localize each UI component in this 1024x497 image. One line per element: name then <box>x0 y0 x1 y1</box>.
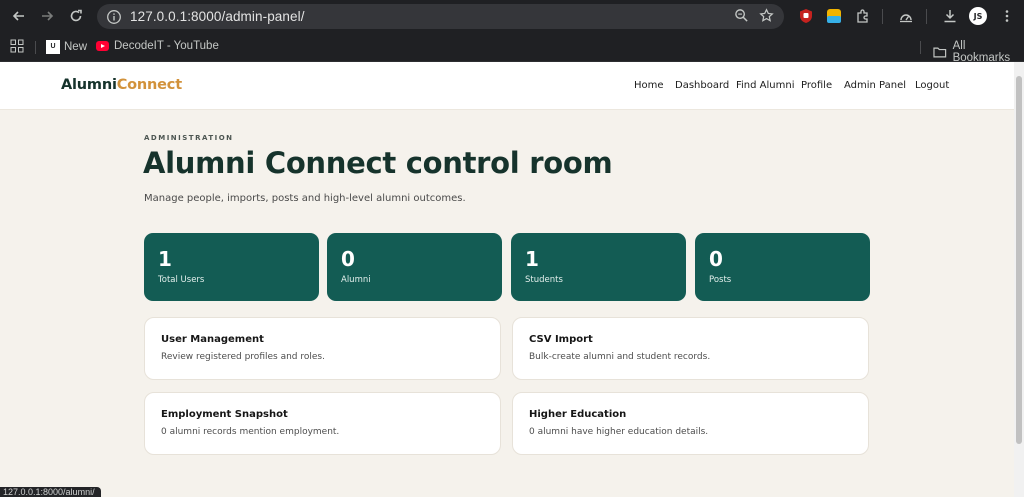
performance-icon[interactable] <box>897 7 915 25</box>
stat-card-posts: 0 Posts <box>695 233 870 301</box>
new-favicon-icon: U <box>46 40 60 54</box>
stat-label: Posts <box>709 275 732 285</box>
card-csv-import[interactable]: CSV Import Bulk-create alumni and studen… <box>512 317 869 380</box>
ublock-extension-icon[interactable] <box>797 7 815 25</box>
address-url[interactable]: 127.0.0.1:8000/admin-panel/ <box>130 9 305 24</box>
card-title: User Management <box>161 334 264 345</box>
extensions-puzzle-icon[interactable] <box>854 7 872 25</box>
youtube-icon <box>96 41 109 51</box>
stat-value: 0 <box>709 247 723 271</box>
bookmark-label: New <box>64 41 88 53</box>
card-title: Higher Education <box>529 409 627 420</box>
stat-value: 1 <box>525 247 539 271</box>
bookmarks-bar: U New DecodeIT - YouTube All Bookmarks <box>0 33 1024 64</box>
apps-grid-icon[interactable] <box>10 39 24 53</box>
site-info-icon[interactable] <box>106 9 122 25</box>
reload-button[interactable] <box>63 3 89 29</box>
bookmark-label: DecodeIT - YouTube <box>114 40 219 52</box>
site-logo[interactable]: AlumniConnect <box>61 77 182 93</box>
stat-value: 1 <box>158 247 172 271</box>
nav-logout[interactable]: Logout <box>915 80 949 91</box>
nav-find-alumni[interactable]: Find Alumni <box>736 80 794 91</box>
arrow-left-icon <box>12 11 24 21</box>
stat-card-total-users: 1 Total Users <box>144 233 319 301</box>
stat-value: 0 <box>341 247 355 271</box>
stat-label: Alumni <box>341 275 371 285</box>
logo-primary: Alumni <box>61 77 117 93</box>
address-bar[interactable]: 127.0.0.1:8000/admin-panel/ <box>97 4 784 29</box>
section-eyebrow: ADMINISTRATION <box>144 134 234 142</box>
toolbar-divider <box>882 9 883 24</box>
stat-label: Total Users <box>158 275 205 285</box>
card-user-management[interactable]: User Management Review registered profil… <box>144 317 501 380</box>
bookmark-youtube[interactable]: DecodeIT - YouTube <box>96 40 219 52</box>
nav-home[interactable]: Home <box>634 80 664 91</box>
all-bookmarks-button[interactable]: All Bookmarks <box>933 40 1024 64</box>
page-title: Alumni Connect control room <box>143 146 613 180</box>
reload-icon <box>70 9 82 22</box>
logo-accent: Connect <box>116 77 182 93</box>
back-button[interactable] <box>6 3 32 29</box>
bookmark-new[interactable]: U New <box>46 40 87 54</box>
nav-dashboard[interactable]: Dashboard <box>675 80 729 91</box>
page-scrollbar[interactable] <box>1014 62 1024 497</box>
page-content: AlumniConnect Home Dashboard Find Alumni… <box>0 62 1014 497</box>
card-title: Employment Snapshot <box>161 409 288 420</box>
site-header: AlumniConnect Home Dashboard Find Alumni… <box>0 62 1014 110</box>
card-description: 0 alumni records mention employment. <box>161 427 340 437</box>
profile-avatar[interactable]: JS <box>969 7 987 25</box>
bookmark-star-icon[interactable] <box>759 8 774 23</box>
toolbar-divider-2 <box>926 9 927 24</box>
card-description: 0 alumni have higher education details. <box>529 427 709 437</box>
nav-admin-panel[interactable]: Admin Panel <box>844 80 906 91</box>
download-icon[interactable] <box>941 7 959 25</box>
page-subtitle: Manage people, imports, posts and high-l… <box>144 193 466 204</box>
card-description: Bulk-create alumni and student records. <box>529 352 711 362</box>
colorful-extension-icon[interactable] <box>825 7 843 25</box>
card-employment-snapshot[interactable]: Employment Snapshot 0 alumni records men… <box>144 392 501 455</box>
folder-icon <box>933 47 947 58</box>
card-title: CSV Import <box>529 334 593 345</box>
stat-card-students: 1 Students <box>511 233 686 301</box>
card-higher-education[interactable]: Higher Education 0 alumni have higher ed… <box>512 392 869 455</box>
nav-profile[interactable]: Profile <box>801 80 832 91</box>
browser-toolbar: 127.0.0.1:8000/admin-panel/ JS <box>0 0 1024 33</box>
bookmarks-divider-2 <box>920 41 921 54</box>
arrow-right-icon <box>42 11 54 21</box>
forward-button[interactable] <box>34 3 60 29</box>
all-bookmarks-label: All Bookmarks <box>952 40 1011 64</box>
stat-card-alumni: 0 Alumni <box>327 233 502 301</box>
scrollbar-thumb[interactable] <box>1016 76 1022 444</box>
bookmarks-divider <box>35 41 36 54</box>
card-description: Review registered profiles and roles. <box>161 352 325 362</box>
link-status-bar: 127.0.0.1:8000/alumni/ <box>0 487 101 497</box>
stat-label: Students <box>525 275 563 285</box>
more-menu-icon[interactable] <box>998 7 1016 25</box>
zoom-icon[interactable] <box>734 8 749 23</box>
